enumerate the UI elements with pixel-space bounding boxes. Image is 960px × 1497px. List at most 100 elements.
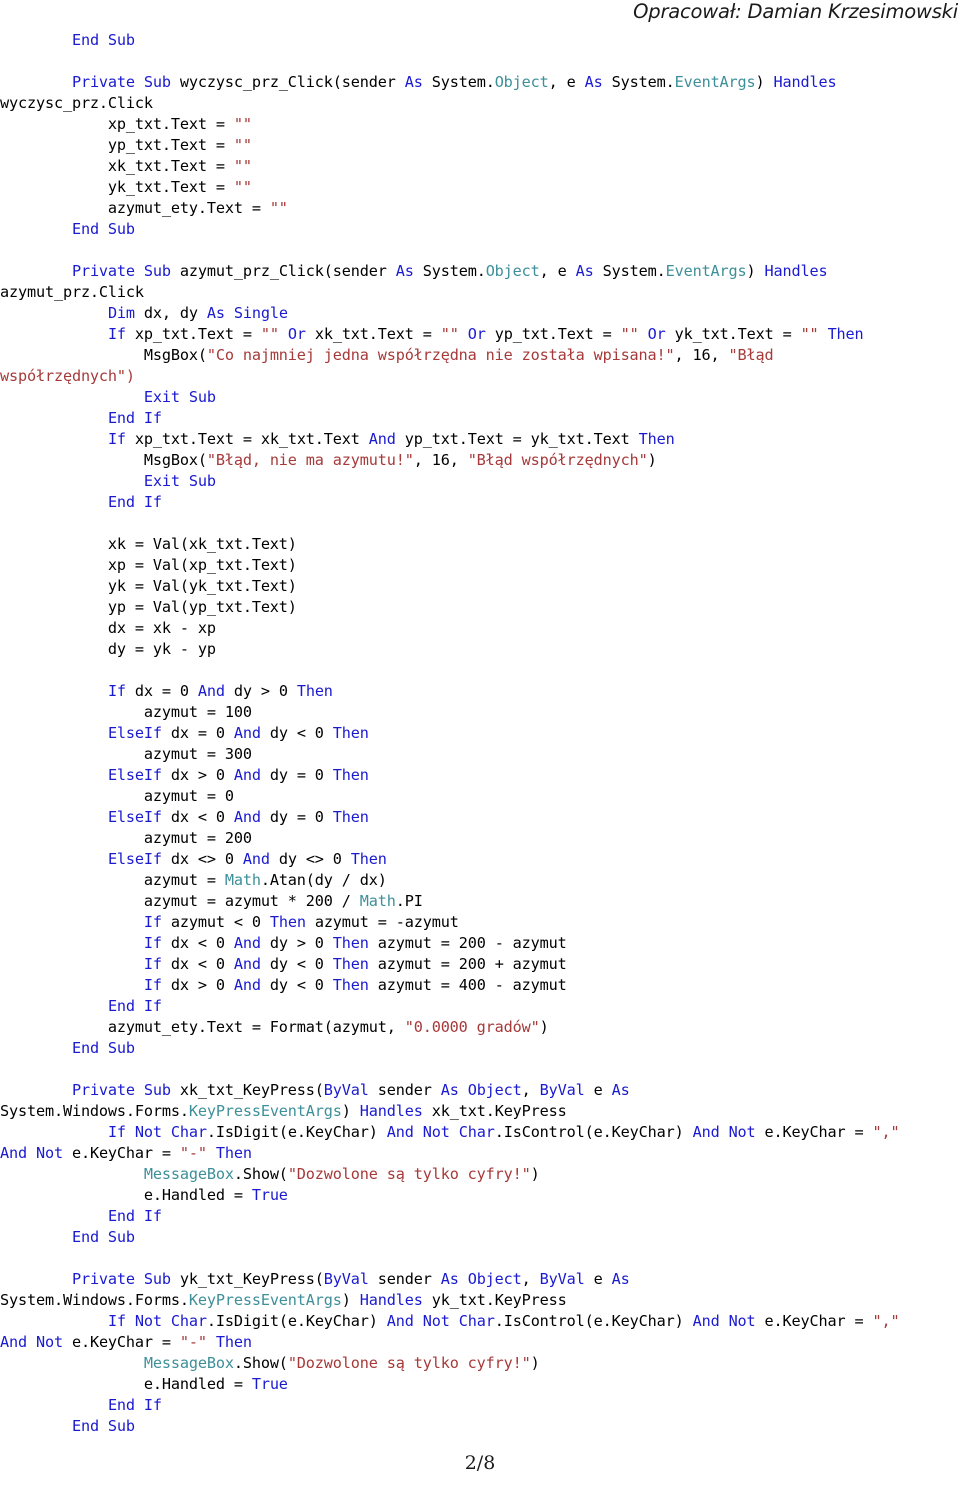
code-token-kw: And: [233, 808, 261, 826]
code-token-str: "": [260, 325, 279, 343]
code-token-typ: Math: [224, 871, 261, 889]
code-line: yk = Val(yk_txt.Text): [0, 576, 960, 597]
code-token-kw: And: [368, 430, 396, 448]
code-token-kw: ByVal: [323, 1270, 369, 1288]
code-token-plain: dy < 0: [260, 955, 333, 973]
page-footer: 2/8: [0, 1452, 960, 1474]
code-token-kw: Char: [170, 1312, 207, 1330]
code-token-str: "0.0000 gradów": [404, 1018, 540, 1036]
code-line: If dx = 0 And dy > 0 Then: [0, 681, 960, 702]
code-token-kw: Handles: [359, 1102, 423, 1120]
code-token-kw: As: [584, 73, 603, 91]
code-line: azymut = 200: [0, 828, 960, 849]
code-token-plain: dy > 0: [224, 682, 297, 700]
code-token-plain: e.KeyChar =: [62, 1144, 180, 1162]
code-line: End Sub: [0, 1038, 960, 1059]
code-token-kw: Char: [458, 1312, 495, 1330]
code-token-plain: System.: [422, 73, 495, 91]
code-token-kw: Or: [287, 325, 306, 343]
code-token-plain: .IsDigit(e.KeyChar): [206, 1312, 387, 1330]
code-line: MessageBox.Show("Dozwolone są tylko cyfr…: [0, 1164, 960, 1185]
code-token-kw: ElseIf: [107, 850, 162, 868]
code-token-plain: azymut = -azymut: [305, 913, 459, 931]
code-token-kw: And: [233, 724, 261, 742]
code-token-plain: .IsControl(e.KeyChar): [494, 1123, 693, 1141]
code-line: ElseIf dx < 0 And dy = 0 Then: [0, 807, 960, 828]
code-token-plain: yp_txt.Text = yk_txt.Text: [395, 430, 639, 448]
code-line: Exit Sub: [0, 471, 960, 492]
code-token-plain: ): [341, 1102, 360, 1120]
code-token-kw: And: [233, 766, 261, 784]
code-token-plain: dy <> 0: [269, 850, 351, 868]
code-token-plain: , 16,: [674, 346, 729, 364]
code-token-plain: xk_txt.KeyPress: [422, 1102, 567, 1120]
code-token-plain: ): [746, 262, 765, 280]
code-token-str: "": [620, 325, 639, 343]
code-token-kw: As Single: [206, 304, 288, 322]
code-token-plain: ,: [521, 1081, 540, 1099]
code-token-kw: Char: [170, 1123, 207, 1141]
code-token-plain: sender: [368, 1081, 441, 1099]
code-token-kw: Then: [332, 724, 369, 742]
code-token-str: "": [233, 178, 252, 196]
code-token-kw: ByVal: [539, 1270, 585, 1288]
code-line: azymut = 100: [0, 702, 960, 723]
code-line: If Not Char.IsDigit(e.KeyChar) And Not C…: [0, 1122, 960, 1143]
code-line: dy = yk - yp: [0, 639, 960, 660]
code-token-kw: If: [107, 325, 126, 343]
code-token-kw: End If: [107, 1396, 162, 1414]
code-token-str: "Błąd współrzędnych": [467, 451, 648, 469]
code-token-plain: wyczysc_prz_Click(sender: [170, 73, 405, 91]
code-token-plain: ): [755, 73, 774, 91]
code-token-plain: System.: [413, 262, 486, 280]
code-token-plain: yk = Val(yk_txt.Text): [0, 577, 297, 595]
code-token-plain: e.KeyChar =: [62, 1333, 180, 1351]
code-token-kw: If: [143, 976, 162, 994]
page-header: Opracował: Damian Krzesimowski: [0, 0, 960, 26]
code-token-plain: dy = 0: [260, 808, 333, 826]
code-token-plain: e.Handled =: [0, 1186, 252, 1204]
code-token-plain: xp_txt.Text =: [0, 115, 234, 133]
code-token-typ: MessageBox: [143, 1354, 234, 1372]
code-token-plain: xp = Val(xp_txt.Text): [0, 556, 297, 574]
code-line: azymut = 0: [0, 786, 960, 807]
code-line: Exit Sub: [0, 387, 960, 408]
code-token-kw: Then: [827, 325, 864, 343]
code-token-kw: Then: [332, 976, 369, 994]
code-token-plain: xp_txt.Text =: [125, 325, 261, 343]
code-line: azymut_prz.Click: [0, 282, 960, 303]
code-line: And Not e.KeyChar = "-" Then: [0, 1332, 960, 1353]
code-token-typ: Object: [494, 73, 549, 91]
code-line: End If: [0, 492, 960, 513]
document-page: Opracował: Damian Krzesimowski End Sub P…: [0, 0, 960, 1497]
code-token-kw: And Not: [386, 1123, 450, 1141]
code-token-str: "Błąd: [728, 346, 774, 364]
code-line: wyczysc_prz.Click: [0, 93, 960, 114]
code-token-str: "": [440, 325, 459, 343]
code-line: azymut_ety.Text = "": [0, 198, 960, 219]
code-token-plain: e: [584, 1270, 612, 1288]
code-line: And Not e.KeyChar = "-" Then: [0, 1143, 960, 1164]
code-token-plain: yp = Val(yp_txt.Text): [0, 598, 297, 616]
code-token-kw: As: [575, 262, 594, 280]
code-token-plain: ): [539, 1018, 549, 1036]
code-token-kw: As Object: [440, 1270, 522, 1288]
code-token-kw: And Not: [0, 1333, 63, 1351]
code-token-kw: And: [197, 682, 225, 700]
code-line: xp = Val(xp_txt.Text): [0, 555, 960, 576]
code-token-kw: True: [251, 1186, 288, 1204]
